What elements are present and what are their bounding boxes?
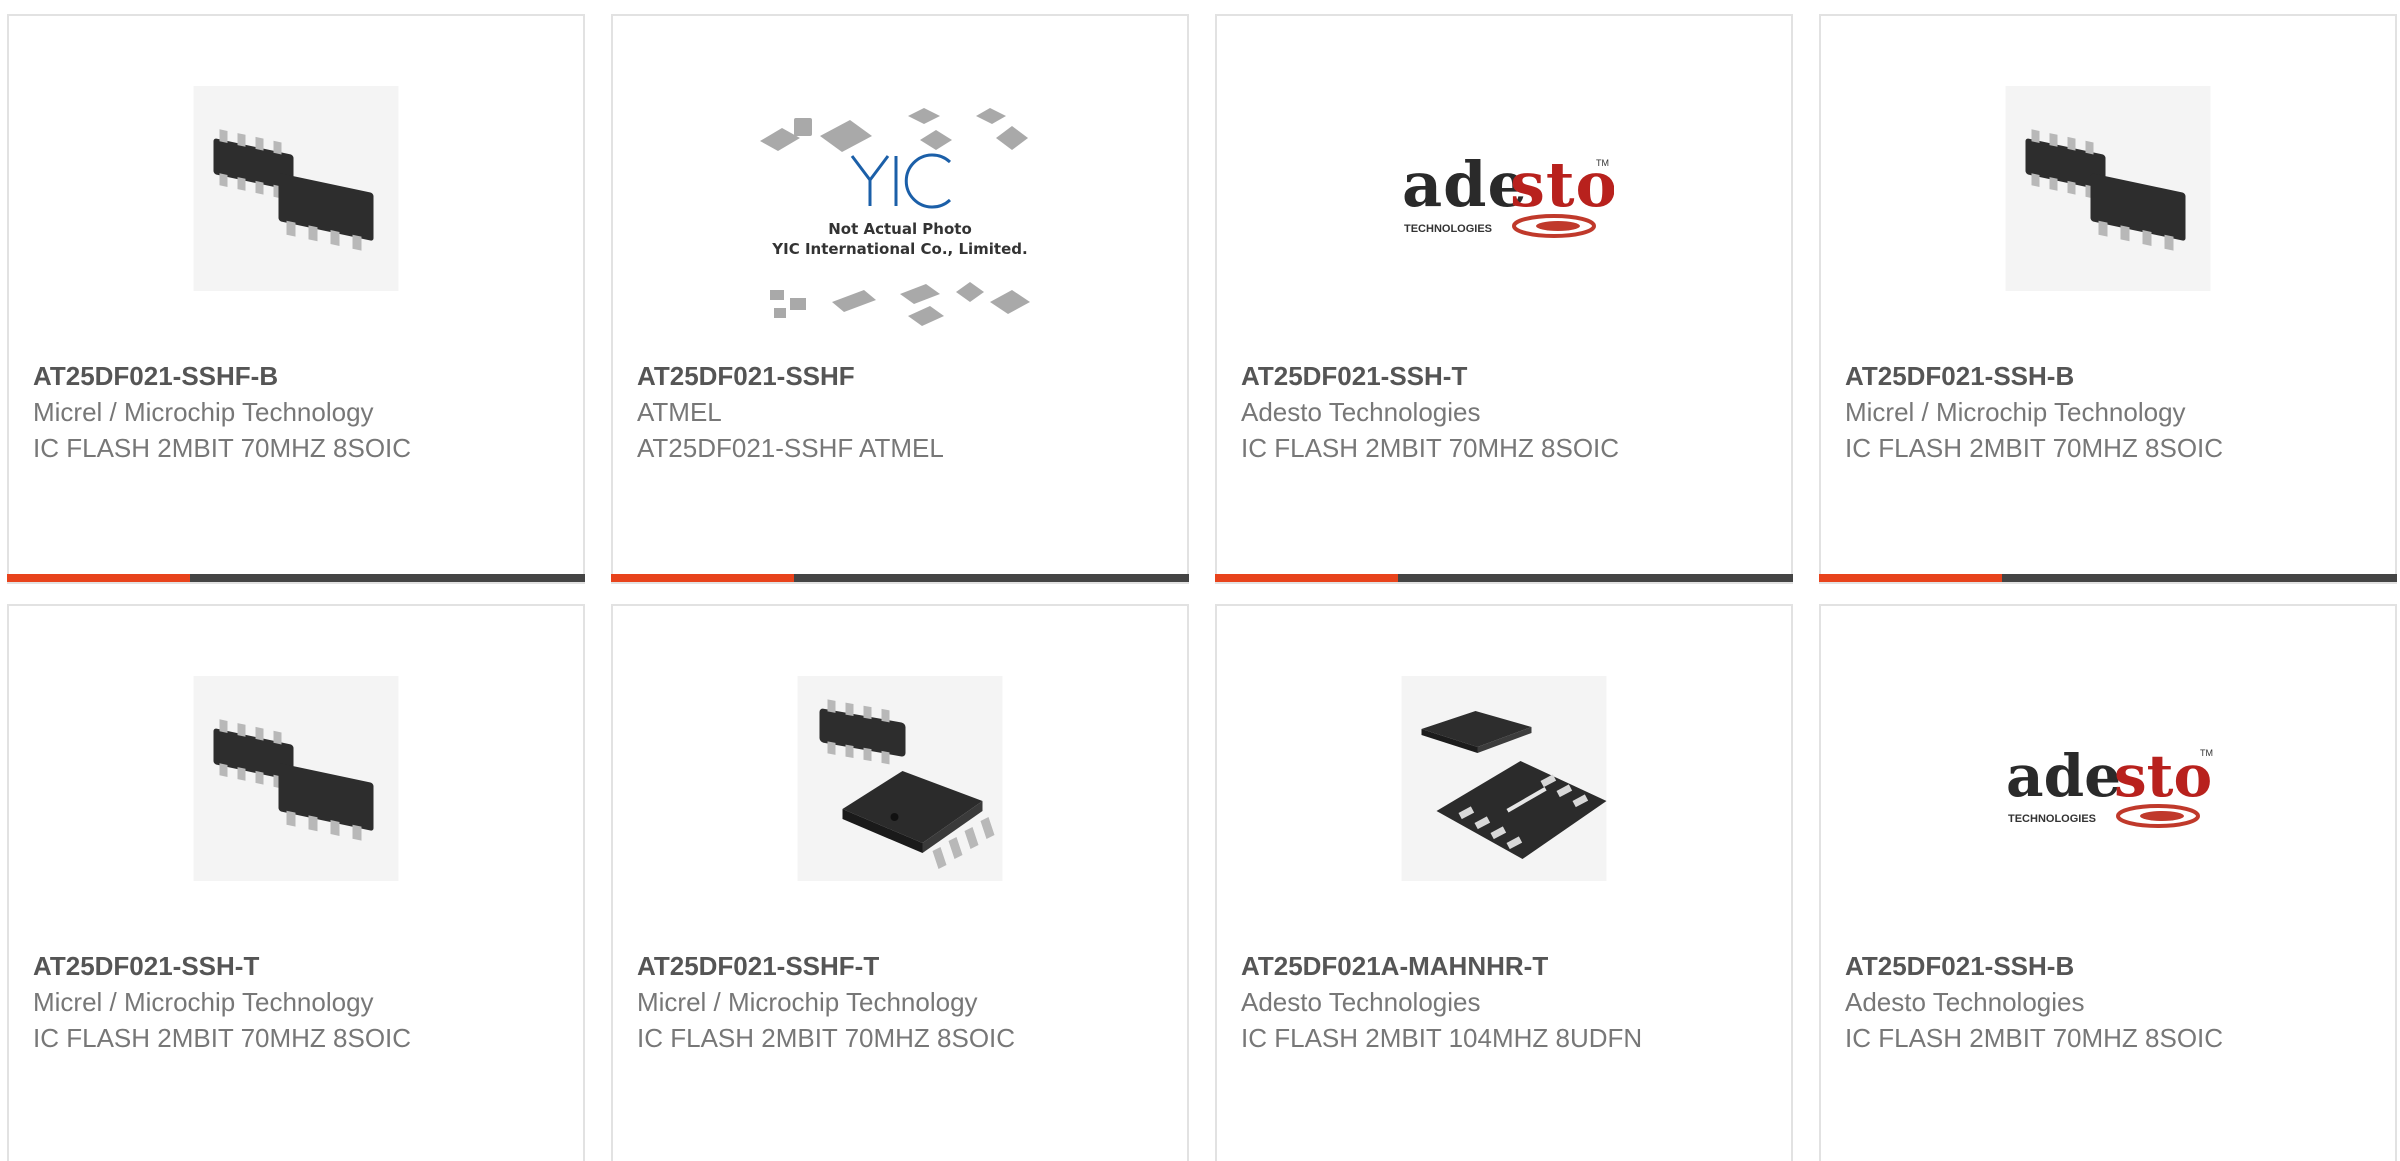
manufacturer: Micrel / Microchip Technology [637,987,978,1017]
manufacturer: Adesto Technologies [1241,987,1481,1017]
adesto-logo[interactable]: ade sto TM TECHNOLOGIES [1394,146,1614,266]
logo-sub: TECHNOLOGIES [2008,813,2096,825]
product-card[interactable]: ade sto TM TECHNOLOGIES AT25DF021-SSH-B … [1819,604,2397,1161]
part-number[interactable]: AT25DF021-SSHF [637,358,1163,394]
card-accent-bar [1215,574,1398,582]
description: IC FLASH 2MBIT 70MHZ 8SOIC [1845,433,2224,463]
manufacturer: Micrel / Microchip Technology [33,987,374,1017]
soic-pair-icon[interactable] [193,86,399,291]
part-number[interactable]: AT25DF021-SSH-B [1845,948,2371,984]
description: IC FLASH 2MBIT 70MHZ 8SOIC [1845,1023,2224,1053]
logo-tm: TM [1596,158,1609,168]
manufacturer: Micrel / Microchip Technology [1845,397,2186,427]
manufacturer: Adesto Technologies [1845,987,2085,1017]
card-bottom-bar [7,574,585,582]
product-grid: AT25DF021-SSHF-B Micrel / Microchip Tech… [0,0,2400,1161]
description: IC FLASH 2MBIT 70MHZ 8SOIC [33,433,412,463]
placeholder-line2: YIC International Co., Limited. [771,240,1027,258]
card-accent-bar [1819,574,2002,582]
product-card[interactable]: AT25DF021A-MAHNHR-T Adesto Technologies … [1215,604,1793,1161]
product-card[interactable]: Not Actual Photo YIC International Co., … [611,14,1189,584]
part-number[interactable]: AT25DF021-SSH-T [1241,358,1767,394]
description: IC FLASH 2MBIT 70MHZ 8SOIC [637,1023,1016,1053]
manufacturer: Micrel / Microchip Technology [33,397,374,427]
description: IC FLASH 2MBIT 70MHZ 8SOIC [1241,433,1620,463]
udfn-chip-icon[interactable] [1401,676,1607,881]
manufacturer: ATMEL [637,397,722,427]
placeholder-line1: Not Actual Photo [828,220,972,238]
card-bottom-bar [1819,574,2397,582]
yic-placeholder-icon[interactable]: Not Actual Photo YIC International Co., … [760,96,1040,336]
part-number[interactable]: AT25DF021-SSH-T [33,948,559,984]
logo-word-red: sto [2114,742,2212,810]
soic-pair-icon[interactable] [193,676,399,881]
description: IC FLASH 2MBIT 104MHZ 8UDFN [1241,1023,1643,1053]
logo-sub: TECHNOLOGIES [1404,223,1492,235]
soic-pair-large-icon[interactable] [797,676,1003,881]
part-number[interactable]: AT25DF021A-MAHNHR-T [1241,948,1767,984]
product-card[interactable]: ade sto TM TECHNOLOGIES AT25DF021-SSH-T … [1215,14,1793,584]
description: AT25DF021-SSHF ATMEL [637,433,944,463]
product-card[interactable]: AT25DF021-SSHF-T Micrel / Microchip Tech… [611,604,1189,1161]
card-bottom-bar [611,574,1189,582]
product-card[interactable]: AT25DF021-SSH-T Micrel / Microchip Techn… [7,604,585,1161]
product-card[interactable]: AT25DF021-SSHF-B Micrel / Microchip Tech… [7,14,585,584]
card-accent-bar [7,574,190,582]
logo-word-dark: ade [2006,742,2121,810]
card-accent-bar [611,574,794,582]
product-card[interactable]: AT25DF021-SSH-B Micrel / Microchip Techn… [1819,14,2397,584]
soic-pair-icon[interactable] [2005,86,2211,291]
part-number[interactable]: AT25DF021-SSHF-T [637,948,1163,984]
description: IC FLASH 2MBIT 70MHZ 8SOIC [33,1023,412,1053]
part-number[interactable]: AT25DF021-SSHF-B [33,358,559,394]
adesto-logo[interactable]: ade sto TM TECHNOLOGIES [1998,736,2218,856]
logo-tm: TM [2200,748,2213,758]
part-number[interactable]: AT25DF021-SSH-B [1845,358,2371,394]
manufacturer: Adesto Technologies [1241,397,1481,427]
card-bottom-bar [1215,574,1793,582]
